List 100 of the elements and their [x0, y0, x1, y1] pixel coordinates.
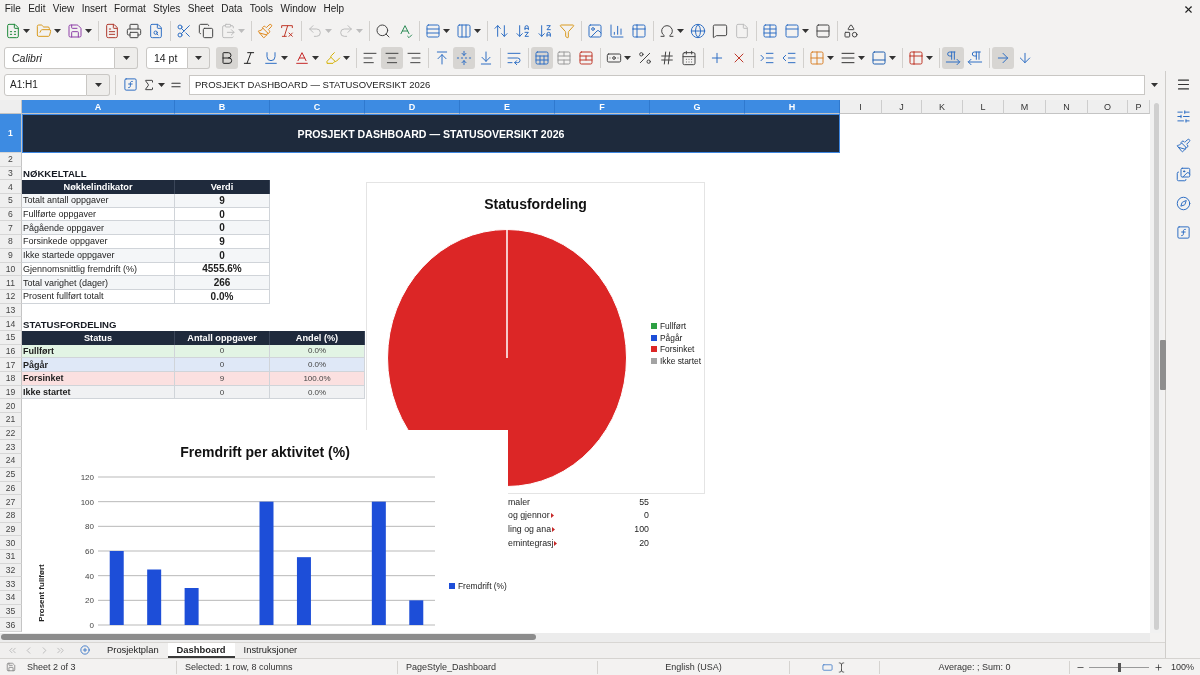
row-header[interactable]: 30	[0, 536, 22, 550]
align-top-icon	[434, 49, 450, 66]
table-icon	[908, 49, 924, 66]
menu-item[interactable]: Format	[110, 1, 149, 17]
row-header[interactable]: 5	[0, 194, 22, 208]
column-header[interactable]: A	[22, 100, 175, 114]
legend-label: Pågår	[660, 332, 683, 343]
table-icon	[762, 23, 778, 39]
bold-button[interactable]	[216, 46, 238, 69]
paintbrush-icon	[1175, 137, 1191, 153]
table-icon	[631, 23, 647, 39]
row-header[interactable]: 27	[0, 495, 22, 509]
column-header[interactable]: P	[1128, 100, 1150, 114]
column-header[interactable]: O	[1088, 100, 1128, 114]
row-header[interactable]: 14	[0, 317, 22, 331]
left-to-right-button[interactable]	[942, 46, 964, 69]
sheet-tab[interactable]: Instruksjoner	[234, 642, 307, 658]
sigma-icon	[142, 77, 156, 92]
row-header[interactable]: 34	[0, 591, 22, 605]
column-header[interactable]: G	[650, 100, 745, 114]
legend-label: Ikke startet	[660, 355, 701, 366]
name-box[interactable]: A1:H1	[4, 73, 87, 96]
percent-icon	[637, 49, 653, 66]
caret-icon	[624, 55, 631, 60]
document-magnifier-icon	[148, 23, 164, 39]
underline-icon	[263, 49, 279, 66]
row-header[interactable]: 17	[0, 358, 22, 372]
row-header[interactable]: 36	[0, 618, 22, 633]
menu-item[interactable]: View	[49, 1, 78, 17]
column-header[interactable]: I	[840, 100, 882, 114]
compass-icon	[1175, 195, 1191, 211]
row-header[interactable]: 4	[0, 180, 22, 195]
row-header[interactable]: 20	[0, 399, 22, 414]
document-icon	[104, 23, 120, 39]
menu-item[interactable]: Edit	[25, 1, 49, 17]
axis-tick-label: 40	[85, 571, 94, 581]
sort-ascending-icon	[515, 23, 531, 39]
font-size-dropdown[interactable]	[188, 46, 210, 69]
align-center-button[interactable]	[381, 46, 403, 69]
table-cell: 9	[175, 235, 270, 249]
sheet-tab[interactable]: Dashboard	[167, 642, 235, 658]
row-header[interactable]: 18	[0, 372, 22, 386]
section-heading: STATUSFORDELING	[22, 318, 117, 331]
sidebar-handle[interactable]	[1160, 340, 1166, 390]
menu-item[interactable]: Tools	[246, 1, 277, 17]
table-cell: 0.0%	[270, 358, 365, 372]
column-header[interactable]: N	[1046, 100, 1088, 114]
add-sheet-button[interactable]	[78, 642, 92, 658]
row-header[interactable]: 33	[0, 577, 22, 591]
column-header[interactable]: E	[460, 100, 555, 114]
clear-formatting-icon	[279, 23, 295, 39]
function-icon	[1175, 224, 1191, 240]
copy-icon	[198, 23, 214, 39]
column-header[interactable]: C	[270, 100, 365, 114]
text-left-to-right-button[interactable]	[992, 46, 1014, 69]
title-cell[interactable]: PROSJEKT DASHBOARD — STATUSOVERSIKT 2026	[22, 114, 840, 153]
sheet-tab[interactable]: Prosjektplan	[98, 642, 168, 658]
align-middle-button[interactable]	[453, 46, 475, 69]
menu-item[interactable]: Sheet	[184, 1, 218, 17]
column-header[interactable]: L	[963, 100, 1004, 114]
row-header[interactable]: 21	[0, 413, 22, 427]
menu-item[interactable]: Window	[277, 1, 320, 17]
row-header[interactable]: 11	[0, 276, 22, 290]
plus-circle-icon	[80, 645, 90, 655]
font-name-dropdown[interactable]	[115, 46, 138, 69]
menu-item[interactable]: Help	[320, 1, 348, 17]
menu-item[interactable]: File	[1, 1, 24, 17]
pilcrow-left-icon	[967, 49, 983, 66]
column-header[interactable]: D	[365, 100, 460, 114]
column-header[interactable]: K	[922, 100, 963, 114]
page-icon	[734, 23, 750, 39]
column-header[interactable]: F	[555, 100, 650, 114]
row-header[interactable]: 2	[0, 153, 22, 167]
menu-item[interactable]: Styles	[149, 1, 184, 17]
formula-input[interactable]: PROSJEKT DASHBOARD — STATUSOVERSIKT 2026	[189, 74, 1145, 95]
row-header[interactable]: 1	[0, 114, 22, 153]
caret-icon	[443, 29, 450, 33]
caret-icon	[23, 29, 30, 33]
row-header[interactable]: 7	[0, 221, 22, 236]
menu-item[interactable]: Insert	[78, 1, 110, 17]
redo-icon	[338, 23, 354, 39]
menu-item[interactable]: Data	[218, 1, 246, 17]
merge-center-button[interactable]	[531, 46, 553, 69]
font-size-field[interactable]: 14 pt	[146, 46, 188, 69]
column-header[interactable]: M	[1004, 100, 1046, 114]
table-cell: 9	[175, 194, 270, 208]
column-header[interactable]: H	[745, 100, 840, 114]
zoom-in-button[interactable]	[1153, 661, 1163, 673]
borders-icon	[809, 49, 825, 66]
column-header[interactable]: B	[175, 100, 270, 114]
section-heading: NØKKELTALL	[22, 168, 87, 181]
column-header[interactable]: J	[882, 100, 922, 114]
font-name-field[interactable]: Calibri	[4, 46, 115, 69]
row-header[interactable]: 24	[0, 454, 22, 468]
row-header[interactable]: 23	[0, 440, 22, 455]
row-header[interactable]: 8	[0, 235, 22, 249]
undo-icon	[307, 23, 323, 39]
name-box-dropdown[interactable]	[87, 73, 110, 96]
horizontal-scrollbar[interactable]	[0, 632, 1150, 642]
slider-thumb[interactable]	[1117, 662, 1121, 672]
